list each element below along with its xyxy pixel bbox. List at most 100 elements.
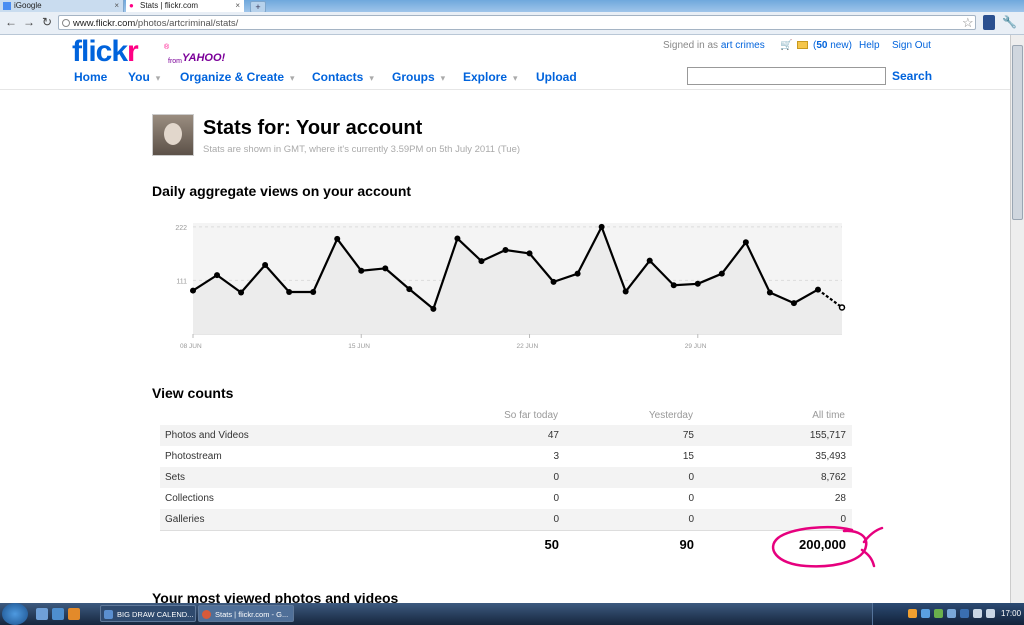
value-yesterday: 0 [688,493,694,504]
row-label: Collections [165,493,214,504]
wrench-icon[interactable]: 🔧 [1002,15,1017,30]
column-header-all-time: All time [812,410,845,421]
task-label: Stats | flickr.com - G... [215,610,289,619]
switch-windows-icon[interactable] [52,608,64,620]
address-bar[interactable]: www.flickr.com/photos/artcriminal/stats/ [58,15,976,30]
avatar[interactable] [152,114,194,156]
nav-you[interactable]: You ▾ [128,70,160,84]
data-point [430,305,437,312]
clock: 17:00 [1001,609,1022,618]
tray-icon[interactable] [947,609,956,618]
nav-organize-create[interactable]: Organize & Create ▾ [180,70,295,84]
tray-icon[interactable] [921,609,930,618]
nav-label: Explore [463,70,508,84]
x-tick-label: 29 JUN [685,343,707,350]
network-icon[interactable] [973,609,982,618]
logo-registered: ® [164,44,170,51]
x-tick-label: 15 JUN [348,343,370,350]
new-mail-link[interactable]: (50 new) [813,40,852,51]
flickr-logo[interactable]: flickr [72,35,139,68]
search-button[interactable]: Search [892,69,932,83]
page-icon [62,19,70,27]
data-point [598,223,605,230]
data-point [214,272,221,279]
value-today: 47 [547,430,559,441]
data-point [190,287,196,294]
reload-icon[interactable]: ↻ [40,15,54,29]
nav-contacts[interactable]: Contacts ▾ [312,70,374,84]
nav-groups[interactable]: Groups ▾ [392,70,445,84]
value-today: 0 [553,493,559,504]
estimate-point [838,304,846,311]
x-tick-label: 22 JUN [517,343,539,350]
yahoo-logo: YAHOO! [182,52,226,64]
logo-text-blue: flick [72,35,128,68]
back-icon[interactable]: ← [4,15,18,29]
scrollbar-thumb[interactable] [1012,45,1023,220]
data-point [574,270,581,277]
value-all-time: 28 [834,493,846,504]
value-yesterday: 0 [688,472,694,483]
header-divider [0,89,1010,90]
nav-upload[interactable]: Upload [536,70,577,84]
url-domain: www.flickr.com [73,18,136,29]
show-desktop-icon[interactable] [36,608,48,620]
close-icon[interactable]: × [114,0,119,12]
table-row: Photos and Videos 47 75 155,717 [160,425,852,446]
taskbar-item-active[interactable]: Stats | flickr.com - G... [198,605,294,622]
extension-icon[interactable] [983,15,995,30]
tray-icon[interactable] [908,609,917,618]
data-point [550,278,557,285]
search-input[interactable] [687,67,886,85]
table-row: Collections 0 0 28 [160,488,852,509]
tray-icon[interactable] [934,609,943,618]
tab-stats[interactable]: ● Stats | flickr.com × [126,0,244,12]
value-yesterday: 0 [688,514,694,525]
sign-out-link[interactable]: Sign Out [892,40,931,51]
value-today: 0 [553,472,559,483]
value-yesterday: 15 [682,451,694,462]
table-row: Galleries 0 0 0 [160,509,852,530]
cart-icon[interactable]: 🛒 [780,40,792,51]
tab-igoogle[interactable]: iGoogle × [0,0,124,12]
chrome-icon [202,610,211,619]
chevron-down-icon[interactable]: ▾ [441,73,446,83]
nav-label: You [128,70,150,84]
forward-icon[interactable]: → [22,15,36,29]
chevron-down-icon[interactable]: ▾ [290,73,295,83]
column-header-yesterday: Yesterday [648,410,693,421]
bookmark-star-icon[interactable]: ☆ [962,15,974,30]
chevron-down-icon[interactable]: ▾ [369,73,374,83]
data-point [742,239,749,246]
data-point [334,235,341,242]
close-icon[interactable]: × [235,0,240,12]
x-tick-label: 08 JUN [180,343,202,350]
user-link[interactable]: art crimes [721,40,765,51]
taskbar-item[interactable]: BIG DRAW CALEND... [100,605,196,622]
value-yesterday: 75 [682,430,694,441]
data-point [358,267,365,274]
chevron-down-icon[interactable]: ▾ [156,73,161,83]
views-line-chart: 111 222 08 JUN 15 JUN 22 JUN 29 JUN [175,223,846,350]
nav-label: Home [74,70,108,84]
nav-explore[interactable]: Explore ▾ [463,70,518,84]
data-point [238,289,245,296]
browser-icon[interactable] [68,608,80,620]
data-point [286,289,293,296]
data-point [502,247,509,254]
tab-label: iGoogle [14,1,42,10]
logo-from: from [168,58,182,65]
data-point [814,286,821,293]
data-point [478,258,485,265]
tray-icon[interactable] [960,609,969,618]
volume-icon[interactable] [986,609,995,618]
scrollbar[interactable] [1010,35,1024,603]
mail-icon[interactable] [797,41,808,49]
y-tick-label: 222 [175,225,187,232]
nav-label: Organize & Create [180,70,285,84]
data-point [406,286,413,293]
help-link[interactable]: Help [859,40,880,51]
chevron-down-icon[interactable]: ▾ [513,73,518,83]
nav-home[interactable]: Home [74,70,107,84]
start-button[interactable] [2,603,28,625]
